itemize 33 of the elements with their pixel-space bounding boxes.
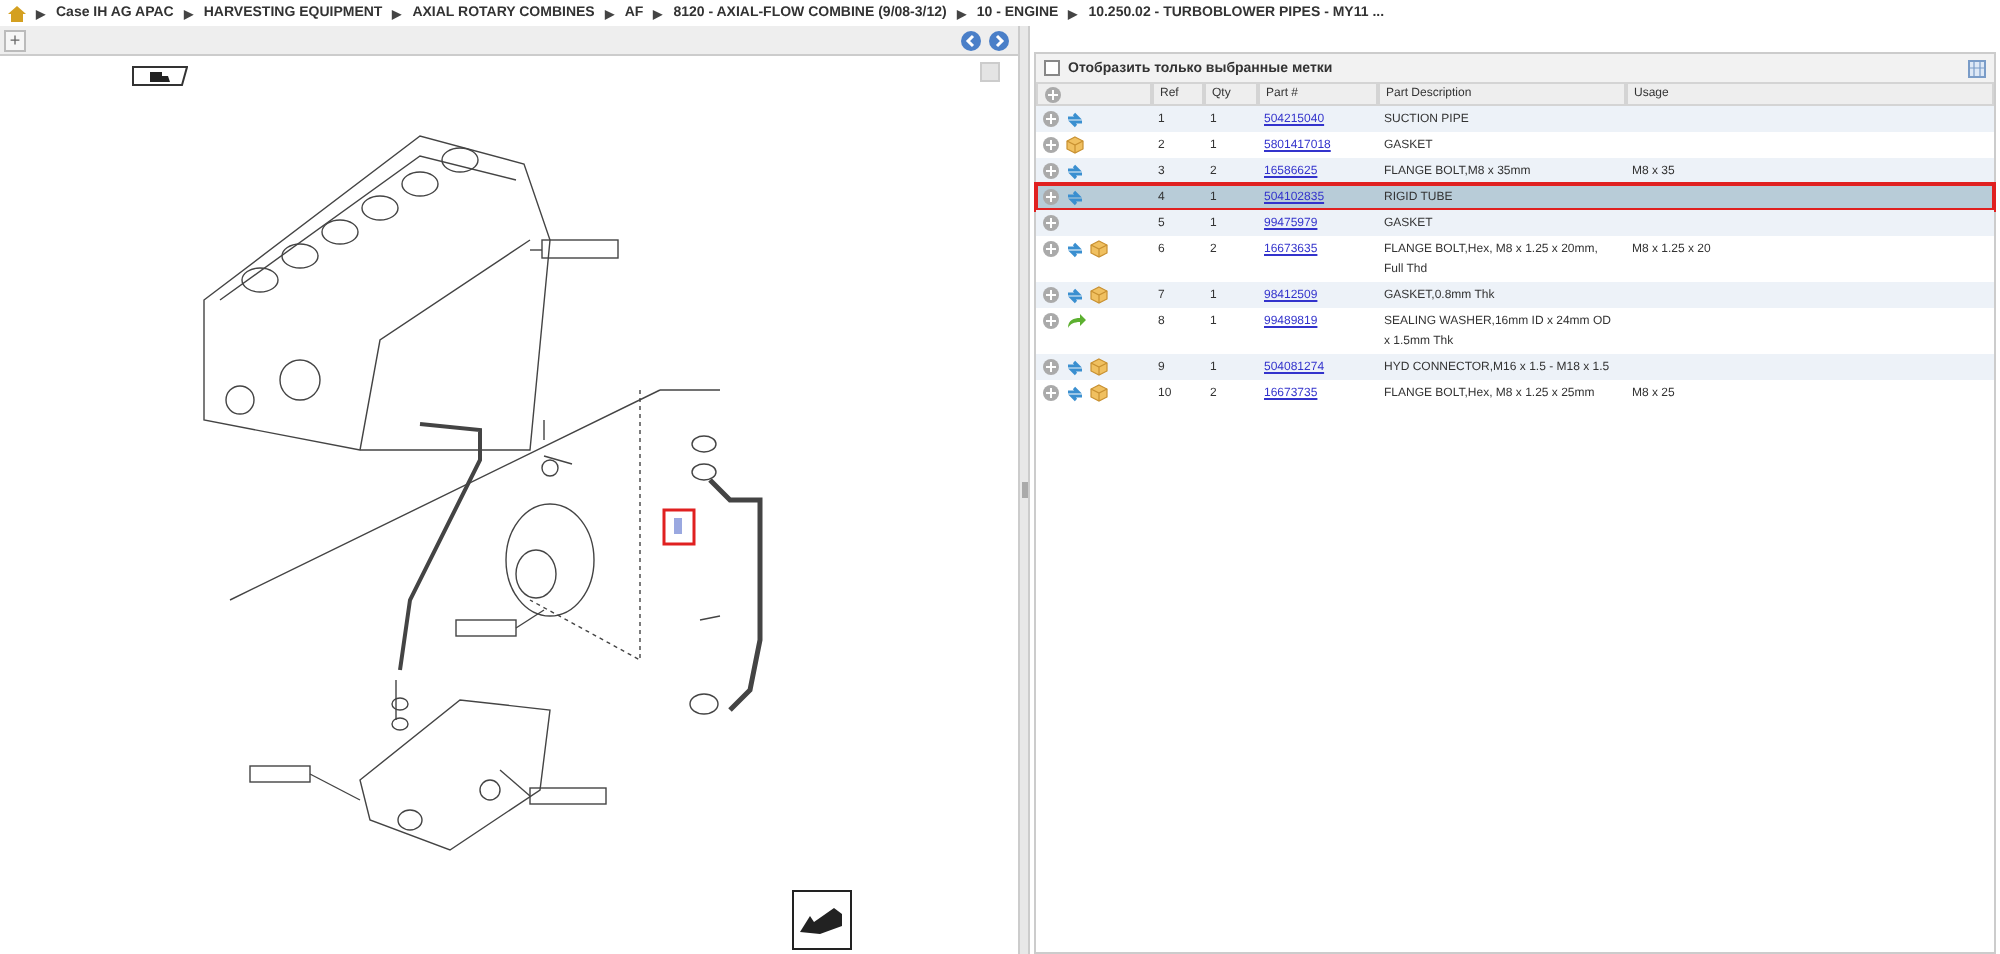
- back-icon[interactable]: [960, 29, 982, 51]
- add-icon[interactable]: [1042, 110, 1060, 128]
- arrow-icon[interactable]: [1066, 111, 1084, 127]
- package-icon[interactable]: [1090, 384, 1108, 402]
- flag-icon[interactable]: [132, 66, 188, 86]
- add-icon[interactable]: [1042, 136, 1060, 154]
- return-button[interactable]: [792, 890, 852, 950]
- splitter-handle-icon[interactable]: [1021, 482, 1027, 498]
- add-icon[interactable]: [1042, 384, 1060, 402]
- table-icon[interactable]: [1968, 59, 1986, 77]
- add-icon[interactable]: [1042, 162, 1060, 180]
- add-icon[interactable]: [1042, 312, 1060, 330]
- next-icon[interactable]: [988, 29, 1010, 51]
- add-icon[interactable]: [1042, 286, 1060, 304]
- zoom-toggle[interactable]: [980, 62, 1000, 82]
- arrow-icon[interactable]: [1066, 312, 1086, 330]
- add-icon[interactable]: [1044, 85, 1062, 103]
- arrow-icon[interactable]: [1066, 189, 1084, 205]
- arrow-icon[interactable]: [1066, 359, 1084, 375]
- add-icon[interactable]: [1042, 214, 1060, 232]
- arrow-icon[interactable]: [1066, 163, 1084, 179]
- package-icon[interactable]: [1090, 240, 1108, 258]
- add-icon[interactable]: [1042, 358, 1060, 376]
- home-icon[interactable]: [8, 5, 26, 21]
- package-icon[interactable]: [1066, 136, 1084, 154]
- arrow-icon[interactable]: [1066, 241, 1084, 257]
- arrow-icon[interactable]: [1066, 385, 1084, 401]
- arrow-icon[interactable]: [1066, 287, 1084, 303]
- package-icon[interactable]: [1090, 286, 1108, 304]
- add-icon[interactable]: [1042, 240, 1060, 258]
- expand-button[interactable]: +: [4, 29, 26, 51]
- add-icon[interactable]: [1042, 188, 1060, 206]
- package-icon[interactable]: [1090, 358, 1108, 376]
